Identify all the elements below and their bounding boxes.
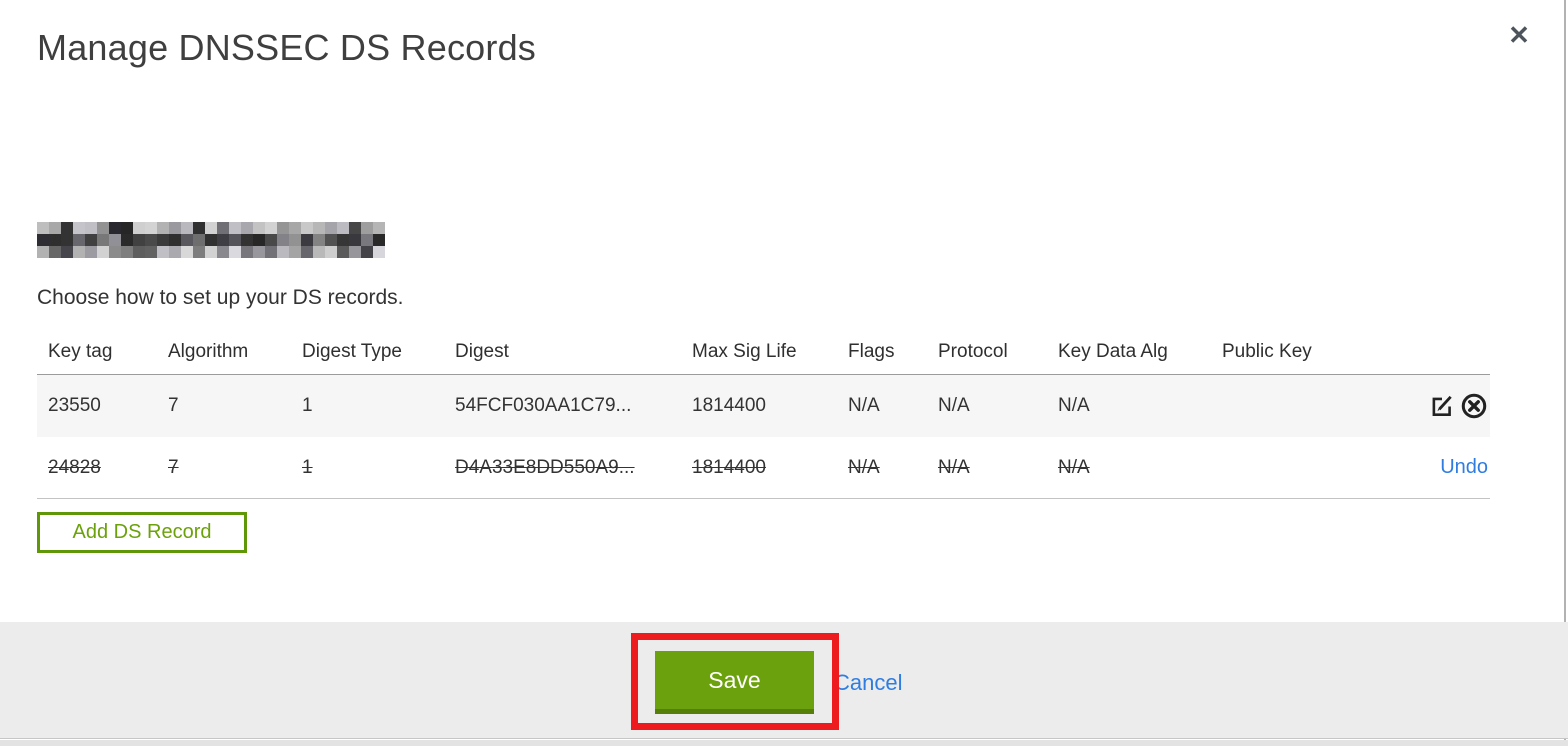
- table-row: 23550 7 1 54FCF030AA1C79... 1814400 N/A …: [37, 375, 1490, 437]
- cell-algorithm: 7: [168, 456, 179, 478]
- cell-digest: D4A33E8DD550A9...: [455, 456, 635, 478]
- edit-icon[interactable]: [1428, 392, 1456, 420]
- cancel-link[interactable]: Cancel: [834, 670, 902, 696]
- col-header-algorithm: Algorithm: [168, 341, 249, 362]
- cell-protocol: N/A: [938, 395, 970, 416]
- col-header-protocol: Protocol: [938, 341, 1008, 362]
- undo-link[interactable]: Undo: [1440, 456, 1488, 479]
- table-header-row: Key tag Algorithm Digest Type Digest Max…: [37, 330, 1490, 375]
- delete-icon[interactable]: [1460, 392, 1488, 420]
- manage-dnssec-modal: Manage DNSSEC DS Records ✕ Choose how to…: [0, 0, 1568, 746]
- cell-max-sig-life: 1814400: [692, 456, 766, 478]
- cell-key-data-alg: N/A: [1058, 395, 1090, 416]
- instruction-text: Choose how to set up your DS records.: [37, 286, 404, 309]
- close-icon[interactable]: ✕: [1502, 18, 1536, 52]
- col-header-public-key: Public Key: [1222, 341, 1312, 362]
- col-header-key-data-alg: Key Data Alg: [1058, 341, 1168, 362]
- table-row-deleted: 24828 7 1 D4A33E8DD550A9... 1814400 N/A …: [37, 437, 1490, 499]
- col-header-digest: Digest: [455, 341, 509, 362]
- ds-records-table: Key tag Algorithm Digest Type Digest Max…: [37, 330, 1490, 499]
- domain-name-redacted: [37, 222, 385, 258]
- cell-digest-type: 1: [302, 456, 313, 478]
- cell-flags: N/A: [848, 456, 880, 478]
- page-title: Manage DNSSEC DS Records: [37, 27, 536, 68]
- add-ds-record-button[interactable]: Add DS Record: [37, 512, 247, 553]
- cell-algorithm: 7: [168, 395, 179, 416]
- col-header-digest-type: Digest Type: [302, 341, 402, 362]
- col-header-max-sig-life: Max Sig Life: [692, 341, 797, 362]
- cell-key-tag: 24828: [48, 456, 101, 478]
- col-header-key-tag: Key tag: [48, 341, 113, 362]
- row-actions: [1402, 392, 1490, 420]
- row-actions: Undo: [1402, 456, 1490, 479]
- save-button[interactable]: Save: [655, 651, 814, 714]
- cell-key-tag: 23550: [48, 395, 101, 416]
- col-header-flags: Flags: [848, 341, 895, 362]
- cell-digest: 54FCF030AA1C79...: [455, 395, 632, 416]
- cell-protocol: N/A: [938, 456, 970, 478]
- cell-flags: N/A: [848, 395, 880, 416]
- cell-digest-type: 1: [302, 395, 313, 416]
- footer-under-strip: [0, 740, 1568, 746]
- cell-key-data-alg: N/A: [1058, 456, 1090, 478]
- cell-max-sig-life: 1814400: [692, 395, 766, 416]
